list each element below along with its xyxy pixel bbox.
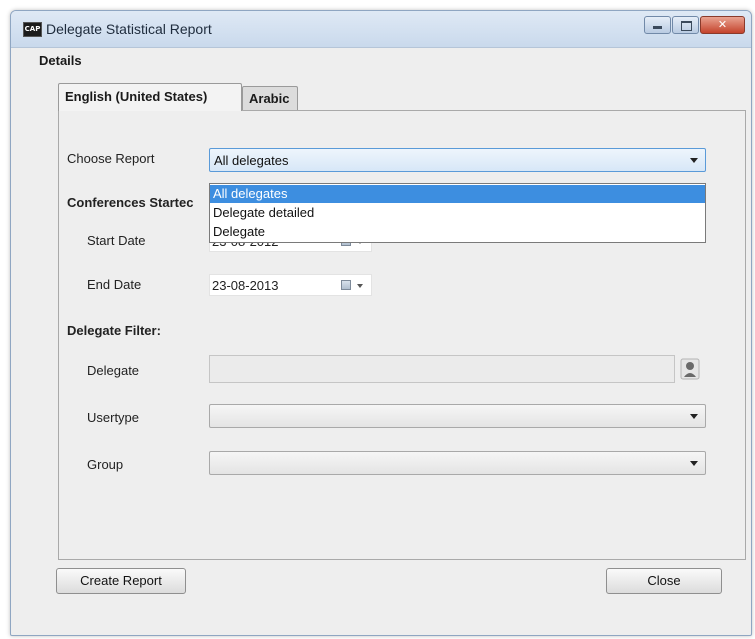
delegate-label: Delegate — [87, 363, 140, 378]
maximize-icon — [681, 21, 692, 31]
chevron-down-icon — [690, 158, 698, 163]
start-date-label: Start Date — [87, 233, 146, 248]
title-bar[interactable]: CAP Delegate Statistical Report ✕ — [11, 11, 751, 48]
app-icon: CAP — [23, 22, 42, 37]
minimize-icon — [653, 26, 662, 29]
option-all-delegates[interactable]: All delegates — [210, 185, 705, 203]
report-window: CAP Delegate Statistical Report ✕ Detail… — [10, 10, 752, 636]
choose-report-value: All delegates — [214, 153, 289, 168]
group-label: Group — [87, 457, 124, 472]
end-date-field[interactable]: 23-08-2013 — [209, 274, 372, 296]
calendar-icon[interactable] — [341, 280, 351, 290]
end-date-label: End Date — [87, 277, 142, 292]
group-select[interactable] — [209, 451, 706, 475]
maximize-button[interactable] — [672, 16, 699, 34]
delegate-input[interactable] — [209, 355, 675, 383]
minimize-button[interactable] — [644, 16, 671, 34]
chevron-down-icon — [690, 414, 698, 419]
conferences-started-heading: Conferences Startec — [67, 195, 194, 210]
choose-report-select[interactable]: All delegates — [209, 148, 706, 172]
option-delegate-detailed[interactable]: Delegate detailed — [210, 204, 705, 222]
usertype-label: Usertype — [87, 410, 140, 425]
close-window-button[interactable]: ✕ — [700, 16, 745, 34]
tab-panel — [58, 110, 746, 560]
option-delegate[interactable]: Delegate — [210, 223, 705, 241]
end-date-value: 23-08-2013 — [212, 278, 279, 293]
tab-arabic[interactable]: Arabic — [242, 86, 298, 110]
details-heading: Details — [39, 53, 82, 68]
delegate-filter-heading: Delegate Filter: — [67, 323, 161, 338]
chevron-down-icon — [690, 461, 698, 466]
report-options-list: All delegates Delegate detailed Delegate — [209, 183, 706, 243]
chevron-down-icon[interactable] — [357, 284, 363, 288]
create-report-button[interactable]: Create Report — [56, 568, 186, 594]
window-title: Delegate Statistical Report — [46, 21, 212, 37]
usertype-select[interactable] — [209, 404, 706, 428]
tab-english[interactable]: English (United States) — [58, 83, 242, 111]
choose-report-label: Choose Report — [67, 151, 155, 166]
close-button[interactable]: Close — [606, 568, 722, 594]
close-icon: ✕ — [717, 18, 728, 31]
person-lookup-icon[interactable] — [680, 358, 700, 380]
